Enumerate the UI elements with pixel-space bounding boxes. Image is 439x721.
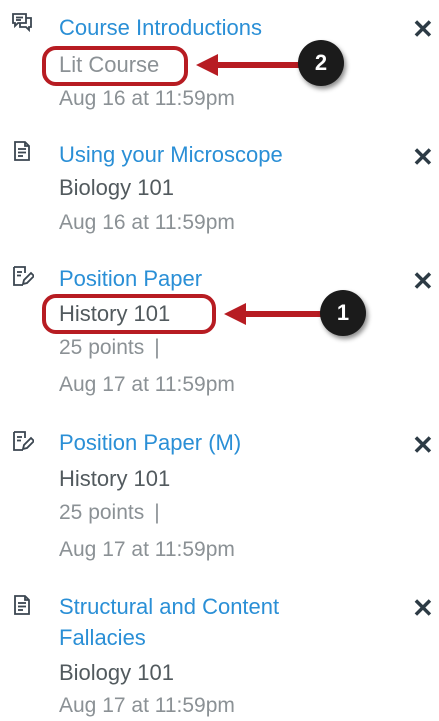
item-title-link[interactable]: Position Paper	[59, 263, 202, 294]
item-course: Biology 101	[59, 175, 174, 200]
page-icon	[10, 593, 34, 617]
item-title-link-continued[interactable]: Fallacies	[59, 622, 146, 653]
item-points: 25 points |	[59, 333, 160, 363]
item-course: History 101	[59, 466, 171, 491]
assignment-icon	[10, 264, 34, 288]
item-due-date: Aug 16 at 11:59pm	[59, 211, 235, 234]
callout-arrow	[224, 303, 324, 325]
dismiss-icon[interactable]: ✕	[412, 268, 434, 294]
item-points: 25 points |	[59, 498, 160, 528]
item-title-link[interactable]: Position Paper (M)	[59, 427, 241, 458]
item-due-date: Aug 17 at 11:59pm	[59, 694, 235, 717]
list-item: Position Paper (M) History 101 25 points…	[0, 420, 439, 570]
meta-separator: |	[154, 501, 160, 524]
callout-arrow	[196, 54, 304, 76]
item-title-link[interactable]: Course Introductions	[59, 12, 262, 43]
list-item: Using your Microscope Biology 101 Aug 16…	[0, 130, 439, 250]
points-value: 25 points	[59, 501, 145, 524]
todo-list: Course Introductions Lit Course Aug 16 a…	[0, 0, 439, 721]
highlight-box-lit-course	[42, 46, 188, 86]
dismiss-icon[interactable]: ✕	[412, 144, 434, 170]
item-title-link[interactable]: Using your Microscope	[59, 139, 283, 170]
assignment-icon	[10, 429, 34, 453]
callout-badge: 1	[320, 290, 366, 336]
dismiss-icon[interactable]: ✕	[412, 16, 434, 42]
dismiss-icon[interactable]: ✕	[412, 432, 434, 458]
highlight-box-history-course	[42, 294, 216, 334]
item-title-link[interactable]: Structural and Content	[59, 591, 279, 622]
item-due-date: Aug 16 at 11:59pm	[59, 87, 235, 110]
discussion-icon	[10, 10, 34, 34]
page-icon	[10, 139, 34, 163]
meta-separator: |	[154, 336, 160, 359]
points-value: 25 points	[59, 336, 145, 359]
dismiss-icon[interactable]: ✕	[412, 595, 434, 621]
item-due-date: Aug 17 at 11:59pm	[59, 373, 235, 396]
item-course: Biology 101	[59, 660, 174, 685]
callout-badge: 2	[298, 40, 344, 86]
item-due-date: Aug 17 at 11:59pm	[59, 538, 235, 561]
list-item: Structural and Content Fallacies Biology…	[0, 585, 439, 721]
